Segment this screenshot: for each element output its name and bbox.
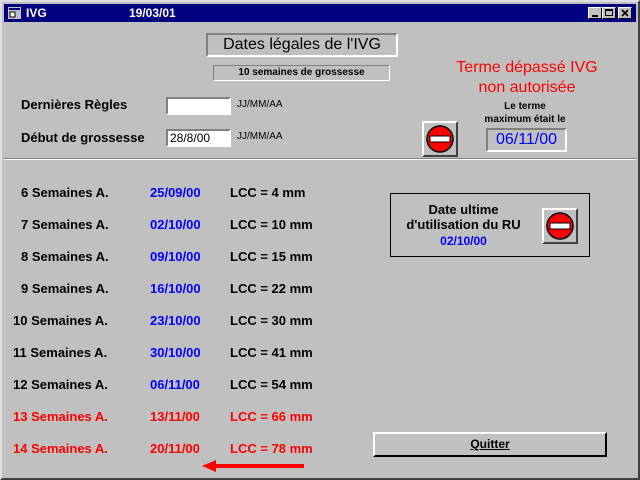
ru-deadline-label-line-1: Date ultime: [428, 202, 499, 217]
week-date-text: 16/10/00: [150, 281, 201, 296]
title-bar[interactable]: IVG 19/03/01: [4, 4, 636, 22]
window-date: 19/03/01: [129, 6, 176, 20]
week-label: 13 Semaines A.: [13, 409, 108, 424]
last-period-input[interactable]: [166, 97, 231, 115]
stop-icon: [546, 212, 574, 240]
week-date: 20/11/00: [150, 441, 200, 456]
minimize-icon: [592, 15, 598, 17]
close-button[interactable]: [618, 7, 632, 19]
week-label: 6 Semaines A.: [21, 185, 109, 200]
ru-deadline-date: 02/10/00: [440, 234, 487, 248]
arrow-left-icon: [202, 460, 304, 472]
last-period-label: Dernières Règles: [21, 97, 128, 112]
maximize-button[interactable]: [602, 7, 616, 19]
week-date: 02/10/00: [150, 217, 201, 232]
week-lcc: LCC = 10 mm: [230, 217, 313, 232]
week-date-text: 13/11/00: [150, 409, 200, 424]
week-lcc: LCC = 66 mm: [230, 409, 313, 424]
term-stop-button[interactable]: [422, 121, 458, 157]
week-label: 9 Semaines A.: [21, 281, 109, 296]
week-date-text: 25/09/00: [150, 185, 201, 200]
week-date-text: 30/10/00: [150, 345, 201, 360]
week-date: 09/10/00: [150, 249, 201, 264]
week-date-text: 23/10/00: [150, 313, 201, 328]
week-date-text: 06/11/00: [150, 377, 200, 392]
quit-button[interactable]: Quitter: [373, 432, 607, 457]
max-term-date: 06/11/00: [486, 128, 567, 152]
week-date-text: 09/10/00: [150, 249, 201, 264]
warning-line-2: non autorisée: [478, 79, 576, 96]
week-lcc: LCC = 41 mm: [230, 345, 313, 360]
week-date-text: 20/11/00: [150, 441, 200, 456]
week-date: 06/11/00: [150, 377, 200, 392]
week-date-text: 02/10/00: [150, 217, 201, 232]
week-label: 14 Semaines A.: [13, 441, 108, 456]
pregnancy-start-format: JJ/MM/AA: [237, 131, 283, 142]
week-lcc: LCC = 54 mm: [230, 377, 313, 392]
section-divider: [4, 158, 636, 160]
minimize-button[interactable]: [588, 7, 602, 19]
week-lcc: LCC = 78 mm: [230, 441, 313, 456]
maximize-icon: [605, 9, 613, 16]
week-lcc: LCC = 22 mm: [230, 281, 313, 296]
page-title: Dates légales de l'IVG: [206, 33, 398, 57]
weeks-summary: 10 semaines de grossesse: [213, 65, 390, 81]
week-date: 16/10/00: [150, 281, 201, 296]
ru-deadline-label-line-2: d'utilisation du RU: [406, 217, 521, 232]
max-term-label-line-2: maximum était le: [484, 114, 566, 125]
max-term-label: Le terme maximum était le: [470, 100, 580, 126]
week-label: 8 Semaines A.: [21, 249, 109, 264]
close-icon: [621, 9, 629, 17]
pregnancy-start-input[interactable]: 28/8/00: [166, 129, 231, 147]
week-lcc: LCC = 30 mm: [230, 313, 313, 328]
pregnancy-start-label: Début de grossesse: [21, 130, 145, 145]
week-lcc: LCC = 4 mm: [230, 185, 306, 200]
week-date: 30/10/00: [150, 345, 201, 360]
week-date: 23/10/00: [150, 313, 201, 328]
week-label: 12 Semaines A.: [13, 377, 108, 392]
max-term-label-line-1: Le terme: [504, 101, 546, 112]
ru-deadline-panel: Date ultime d'utilisation du RU 02/10/00: [390, 193, 590, 257]
week-lcc: LCC = 15 mm: [230, 249, 313, 264]
week-date: 13/11/00: [150, 409, 200, 424]
stop-icon: [426, 125, 454, 153]
quit-button-label: Quitter: [470, 437, 510, 451]
warning-line-1: Terme dépassé IVG: [456, 59, 598, 76]
week-label: 10 Semaines A.: [13, 313, 108, 328]
week-label: 7 Semaines A.: [21, 217, 109, 232]
week-label: 11 Semaines A.: [13, 345, 108, 360]
ru-deadline-label: Date ultime d'utilisation du RU: [391, 202, 536, 232]
app-icon: [8, 7, 21, 19]
window-title: IVG: [26, 6, 47, 20]
ru-stop-button[interactable]: [542, 208, 578, 244]
week-date: 25/09/00: [150, 185, 201, 200]
main-window: IVG 19/03/01 Dates légales de l'IVG 10 s…: [0, 0, 640, 480]
last-period-format: JJ/MM/AA: [237, 99, 283, 110]
